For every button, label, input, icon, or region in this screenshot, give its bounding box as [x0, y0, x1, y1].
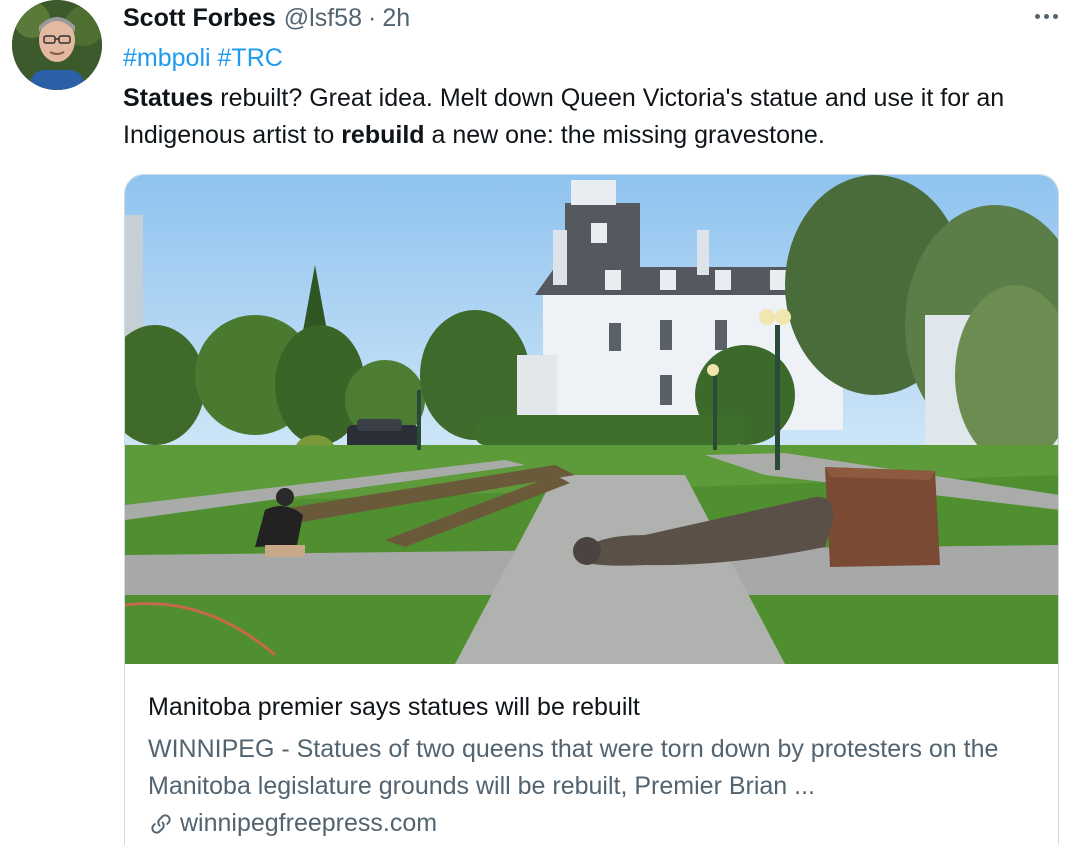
- tweet-timestamp[interactable]: 2h: [382, 4, 410, 33]
- user-handle[interactable]: @lsf58: [284, 4, 362, 33]
- avatar[interactable]: [12, 0, 102, 90]
- dot-separator: ·: [367, 4, 377, 32]
- card-image[interactable]: [125, 175, 1058, 664]
- bold-rebuild: rebuild: [341, 121, 425, 149]
- card-description: WINNIPEG - Statues of two queens that we…: [148, 735, 999, 800]
- bold-statues: Statues: [123, 84, 214, 112]
- card-domain[interactable]: winnipegfreepress.com: [148, 809, 437, 838]
- hashtag-mbpoli[interactable]: #mbpoli: [123, 44, 211, 72]
- statue-photo: [125, 175, 1058, 664]
- card-domain-text: winnipegfreepress.com: [180, 809, 438, 837]
- hashtag-trc[interactable]: #TRC: [218, 44, 283, 72]
- text-segment-2: a new one: the missing gravestone.: [424, 121, 825, 149]
- tweet-text: Statues rebuilt? Great idea. Melt down Q…: [123, 80, 1063, 154]
- tweet-header: Scott Forbes @lsf58 · 2h: [123, 4, 410, 36]
- profile-photo: [12, 0, 102, 90]
- link-card[interactable]: Manitoba premier says statues will be re…: [124, 174, 1059, 845]
- hashtags: #mbpoli #TRC: [123, 44, 283, 73]
- link-icon: [151, 813, 171, 834]
- card-title[interactable]: Manitoba premier says statues will be re…: [148, 693, 640, 722]
- display-name[interactable]: Scott Forbes: [123, 4, 276, 33]
- more-options-icon[interactable]: [1035, 14, 1058, 19]
